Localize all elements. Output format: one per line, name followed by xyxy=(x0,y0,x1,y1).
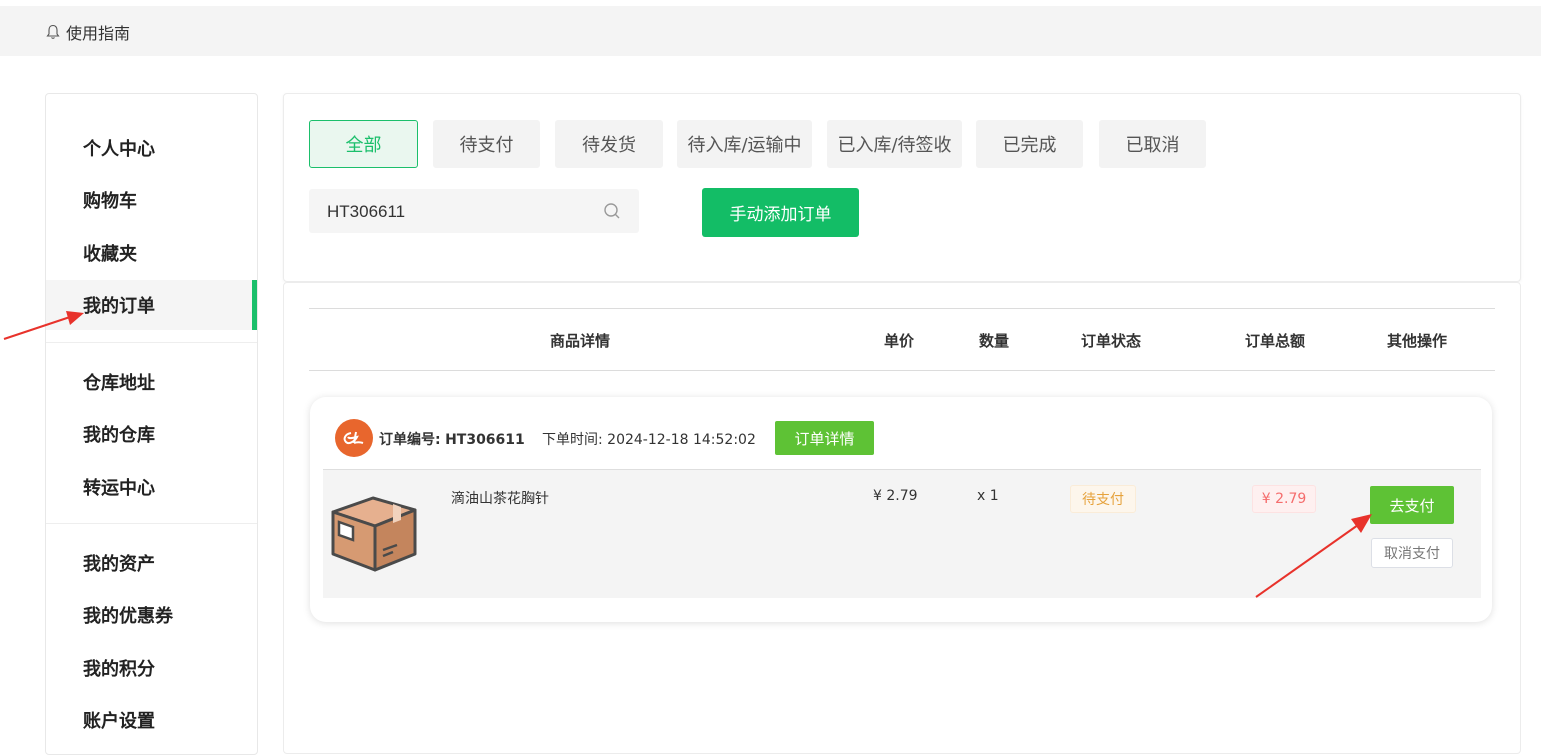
order-list-panel: 商品详情 单价 数量 订单状态 订单总额 其他操作 订单编号: HT306611… xyxy=(283,282,1521,754)
sidebar-item-my-coupons[interactable]: 我的优惠券 xyxy=(46,590,257,640)
header-quantity: 数量 xyxy=(979,332,1010,350)
order-time-value: 2024-12-18 14:52:02 xyxy=(607,432,756,448)
top-bar: 使用指南 xyxy=(0,6,1541,56)
sidebar-item-personal-center[interactable]: 个人中心 xyxy=(46,123,257,173)
sidebar-item-warehouse-address[interactable]: 仓库地址 xyxy=(46,357,257,407)
sidebar-item-label: 我的资产 xyxy=(83,554,155,575)
sidebar-item-my-orders[interactable]: 我的订单 xyxy=(46,280,257,330)
sidebar-item-my-points[interactable]: 我的积分 xyxy=(46,643,257,693)
sidebar-item-label: 我的优惠券 xyxy=(83,606,173,627)
tab-all[interactable]: 全部 xyxy=(309,120,418,168)
sidebar-divider xyxy=(46,342,257,343)
order-total-badge: ¥ 2.79 xyxy=(1252,485,1316,513)
table-header-bottom-line xyxy=(309,370,1495,371)
order-item-row: 滴油山茶花胸针 ¥ 2.79 x 1 待支付 ¥ 2.79 去支付 取消支付 xyxy=(323,469,1481,598)
sidebar-item-label: 收藏夹 xyxy=(83,244,137,265)
search-icon[interactable] xyxy=(603,202,621,220)
order-filter-panel: 全部 待支付 待发货 待入库/运输中 已入库/待签收 已完成 已取消 手动添加订… xyxy=(283,93,1521,282)
order-details-button[interactable]: 订单详情 xyxy=(775,421,874,455)
order-number-label: 订单编号: xyxy=(379,432,441,448)
order-card: 订单编号: HT306611 下单时间: 2024-12-18 14:52:02… xyxy=(310,397,1492,622)
sidebar-item-account-settings[interactable]: 账户设置 xyxy=(46,695,257,745)
order-number: 订单编号: HT306611 xyxy=(379,429,525,449)
header-order-total: 订单总额 xyxy=(1245,332,1306,350)
sidebar-item-my-assets[interactable]: 我的资产 xyxy=(46,538,257,588)
sidebar-item-label: 我的积分 xyxy=(83,659,155,680)
sidebar-item-label: 账户设置 xyxy=(83,711,155,732)
tab-pending-payment[interactable]: 待支付 xyxy=(433,120,540,168)
alibaba-logo-icon xyxy=(335,419,373,457)
sidebar-item-label: 我的订单 xyxy=(83,296,155,317)
pay-button[interactable]: 去支付 xyxy=(1370,486,1454,524)
header-other-actions: 其他操作 xyxy=(1387,332,1448,350)
tab-completed[interactable]: 已完成 xyxy=(976,120,1083,168)
sidebar-item-label: 购物车 xyxy=(83,191,137,212)
sidebar-item-label: 仓库地址 xyxy=(83,373,155,394)
sidebar-item-label: 个人中心 xyxy=(83,139,155,160)
item-quantity: x 1 xyxy=(977,488,999,504)
header-unit-price: 单价 xyxy=(884,332,915,350)
sidebar-item-label: 转运中心 xyxy=(83,478,155,499)
tab-pending-receipt[interactable]: 已入库/待签收 xyxy=(827,120,962,168)
status-badge: 待支付 xyxy=(1070,485,1136,513)
sidebar-item-cart[interactable]: 购物车 xyxy=(46,175,257,225)
order-search-box xyxy=(309,189,639,235)
unit-price: ¥ 2.79 xyxy=(873,488,918,504)
order-time-label: 下单时间: xyxy=(542,432,603,448)
header-product-details: 商品详情 xyxy=(550,332,611,350)
order-search-input[interactable] xyxy=(309,189,609,235)
sidebar-item-label: 我的仓库 xyxy=(83,425,155,446)
sidebar-divider xyxy=(46,523,257,524)
header-order-status: 订单状态 xyxy=(1081,332,1142,350)
sidebar-item-favorites[interactable]: 收藏夹 xyxy=(46,228,257,278)
sidebar: 个人中心 购物车 收藏夹 我的订单 仓库地址 我的仓库 转运中心 我的资产 我的… xyxy=(45,93,258,755)
alibaba-glyph-icon xyxy=(343,431,364,445)
tab-pending-shipment[interactable]: 待发货 xyxy=(555,120,663,168)
tab-cancelled[interactable]: 已取消 xyxy=(1099,120,1206,168)
order-number-value: HT306611 xyxy=(445,432,525,448)
usage-guide-link[interactable]: 使用指南 xyxy=(46,20,130,44)
package-box-icon xyxy=(331,496,417,572)
usage-guide-label: 使用指南 xyxy=(66,24,131,43)
bell-icon xyxy=(46,24,60,39)
product-name[interactable]: 滴油山茶花胸针 xyxy=(451,488,549,508)
sidebar-item-my-warehouse[interactable]: 我的仓库 xyxy=(46,409,257,459)
add-order-button[interactable]: 手动添加订单 xyxy=(702,188,859,237)
sidebar-item-transfer-center[interactable]: 转运中心 xyxy=(46,462,257,512)
table-header-top-line xyxy=(309,308,1495,309)
tab-in-transit[interactable]: 待入库/运输中 xyxy=(677,120,812,168)
order-time: 下单时间: 2024-12-18 14:52:02 xyxy=(542,429,756,449)
cancel-payment-button[interactable]: 取消支付 xyxy=(1371,538,1453,568)
